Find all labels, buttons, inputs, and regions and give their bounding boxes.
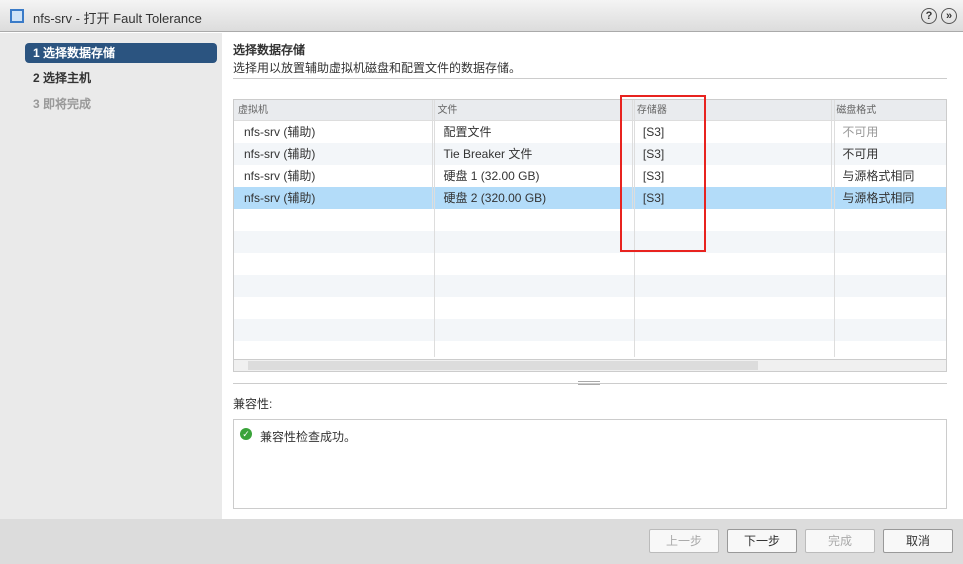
cell-file: 硬盘 1 (32.00 GB): [433, 165, 633, 187]
help-button[interactable]: ?: [921, 8, 937, 24]
compatibility-panel: ✓ 兼容性检查成功。: [233, 419, 947, 509]
divider: [233, 78, 947, 79]
table-row[interactable]: nfs-srv (辅助) 硬盘 1 (32.00 GB) [S3] 与源格式相同: [234, 165, 946, 187]
scrollbar-thumb[interactable]: [248, 361, 758, 370]
expand-button[interactable]: »: [941, 8, 957, 24]
table-row[interactable]: nfs-srv (辅助) 配置文件 [S3] 不可用: [234, 121, 946, 143]
wizard-steps: 1 选择数据存储 2 选择主机 3 即将完成: [0, 33, 222, 519]
col-disk-format[interactable]: 磁盘格式: [832, 100, 946, 120]
cell-format: 不可用: [842, 125, 879, 139]
step-select-datastore[interactable]: 1 选择数据存储: [25, 43, 217, 63]
step-select-host[interactable]: 2 选择主机: [25, 68, 217, 88]
compatibility-message: 兼容性检查成功。: [260, 430, 357, 444]
window-title: nfs-srv - 打开 Fault Tolerance: [33, 11, 202, 26]
table-row[interactable]: nfs-srv (辅助) Tie Breaker 文件 [S3] 不可用: [234, 143, 946, 165]
highlight-annotation: [620, 95, 706, 252]
step-ready-to-complete: 3 即将完成: [33, 97, 92, 111]
cell-vm: nfs-srv (辅助): [234, 187, 434, 209]
footer: 上一步 下一步 完成 取消: [0, 519, 963, 564]
title-bar: nfs-srv - 打开 Fault Tolerance ? »: [0, 0, 963, 32]
col-vm[interactable]: 虚拟机: [234, 100, 434, 120]
table-header: 虚拟机 文件 存储器 磁盘格式: [234, 100, 946, 121]
check-icon: ✓: [240, 428, 252, 440]
table-row-selected[interactable]: nfs-srv (辅助) 硬盘 2 (320.00 GB) [S3] 与源格式相同: [234, 187, 946, 209]
cell-format[interactable]: 与源格式相同: [832, 165, 946, 187]
cell-file: 配置文件: [433, 121, 633, 143]
cell-file: Tie Breaker 文件: [433, 143, 633, 165]
page-subtitle: 选择用以放置辅助虚拟机磁盘和配置文件的数据存储。: [233, 61, 522, 75]
page-title: 选择数据存储: [233, 43, 306, 57]
finish-button[interactable]: 完成: [805, 529, 875, 553]
back-button[interactable]: 上一步: [649, 529, 719, 553]
cell-file: 硬盘 2 (320.00 GB): [433, 187, 633, 209]
cell-vm: nfs-srv (辅助): [234, 165, 434, 187]
cell-format[interactable]: 与源格式相同: [832, 187, 946, 209]
col-file[interactable]: 文件: [433, 100, 633, 120]
vm-icon: [10, 9, 24, 23]
compatibility-label: 兼容性:: [233, 397, 273, 411]
splitter-handle[interactable]: [578, 381, 600, 385]
next-button[interactable]: 下一步: [727, 529, 797, 553]
cell-vm: nfs-srv (辅助): [234, 143, 434, 165]
main-panel: 选择数据存储 选择用以放置辅助虚拟机磁盘和配置文件的数据存储。 虚拟机 文件 存…: [222, 33, 963, 519]
horizontal-scrollbar[interactable]: [234, 359, 946, 371]
cancel-button[interactable]: 取消: [883, 529, 953, 553]
cell-format[interactable]: 不可用: [832, 143, 946, 165]
datastore-table: 虚拟机 文件 存储器 磁盘格式 nfs-srv (辅助) 配置文件 [S3] 不可用 …: [233, 99, 947, 372]
cell-vm: nfs-srv (辅助): [234, 121, 434, 143]
